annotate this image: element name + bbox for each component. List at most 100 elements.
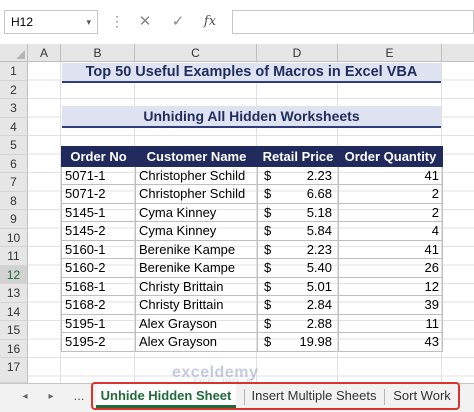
row-header[interactable]: 11 bbox=[0, 247, 28, 266]
quantity-cell[interactable]: 26 bbox=[338, 258, 443, 278]
customer-cell[interactable]: Berenike Kampe bbox=[135, 258, 258, 278]
quantity-cell[interactable]: 41 bbox=[338, 239, 443, 259]
customer-cell[interactable]: Christopher Schild bbox=[135, 165, 258, 185]
quantity-cell[interactable]: 2 bbox=[338, 184, 443, 204]
table-row: 5145-2 Cyma Kinney $5.84 4 bbox=[61, 221, 443, 241]
row-header[interactable]: 1 bbox=[0, 62, 28, 81]
column-header-e[interactable]: E bbox=[338, 44, 442, 62]
order-no-cell[interactable]: 5145-1 bbox=[61, 202, 136, 222]
column-header-b[interactable]: B bbox=[61, 44, 135, 62]
row-header[interactable]: 17 bbox=[0, 358, 28, 383]
row-header-selected[interactable]: 12 bbox=[0, 265, 28, 284]
column-header-f[interactable] bbox=[442, 44, 474, 62]
tab-scroll-right-icon[interactable]: ▸ bbox=[42, 386, 60, 408]
quantity-cell[interactable]: 4 bbox=[338, 221, 443, 241]
price-cell[interactable]: $5.84 bbox=[257, 221, 339, 241]
customer-cell[interactable]: Cyma Kinney bbox=[135, 221, 258, 241]
currency-symbol: $ bbox=[264, 241, 272, 257]
name-box[interactable]: H12 ▾ bbox=[4, 10, 98, 34]
tab-scroll-left-icon[interactable]: ◂ bbox=[16, 386, 34, 408]
customer-cell[interactable]: Cyma Kinney bbox=[135, 202, 258, 222]
customer-cell[interactable]: Christopher Schild bbox=[135, 184, 258, 204]
price-cell[interactable]: $19.98 bbox=[257, 332, 339, 352]
currency-symbol: $ bbox=[264, 297, 272, 313]
order-no-cell[interactable]: 5071-1 bbox=[61, 165, 136, 185]
row-header[interactable]: 2 bbox=[0, 80, 28, 99]
row-header[interactable]: 4 bbox=[0, 117, 28, 136]
select-all-corner[interactable] bbox=[0, 44, 28, 62]
table-row: 5168-2 Christy Brittain $2.84 39 bbox=[61, 295, 443, 315]
price-cell[interactable]: $2.84 bbox=[257, 295, 339, 315]
header-retail-price[interactable]: Retail Price bbox=[257, 146, 339, 167]
customer-cell[interactable]: Alex Grayson bbox=[135, 313, 258, 333]
order-no-cell[interactable]: 5160-2 bbox=[61, 258, 136, 278]
header-order-no[interactable]: Order No bbox=[61, 146, 136, 167]
order-no-cell[interactable]: 5168-1 bbox=[61, 276, 136, 296]
chevron-down-icon[interactable]: ▾ bbox=[86, 11, 91, 33]
customer-cell[interactable]: Christy Brittain bbox=[135, 295, 258, 315]
currency-symbol: $ bbox=[264, 204, 272, 220]
currency-symbol: $ bbox=[264, 223, 272, 239]
quantity-cell[interactable]: 12 bbox=[338, 276, 443, 296]
table-row: 5160-2 Berenike Kampe $5.40 26 bbox=[61, 258, 443, 278]
row-header[interactable]: 14 bbox=[0, 302, 28, 321]
order-no-cell[interactable]: 5071-2 bbox=[61, 184, 136, 204]
customer-cell[interactable]: Christy Brittain bbox=[135, 276, 258, 296]
quantity-cell[interactable]: 11 bbox=[338, 313, 443, 333]
highlight-box bbox=[91, 382, 460, 410]
order-no-cell[interactable]: 5195-1 bbox=[61, 313, 136, 333]
row-header[interactable]: 7 bbox=[0, 173, 28, 192]
header-order-quantity[interactable]: Order Quantity bbox=[338, 146, 443, 167]
cancel-icon[interactable]: ✕ bbox=[134, 10, 156, 34]
price-cell[interactable]: $2.23 bbox=[257, 239, 339, 259]
row-header[interactable]: 6 bbox=[0, 154, 28, 173]
order-no-cell[interactable]: 5160-1 bbox=[61, 239, 136, 259]
row-header[interactable]: 5 bbox=[0, 136, 28, 155]
table-row: 5195-1 Alex Grayson $2.88 11 bbox=[61, 313, 443, 333]
quantity-cell[interactable]: 39 bbox=[338, 295, 443, 315]
more-options-icon[interactable]: ⋮ bbox=[110, 14, 124, 28]
order-no-cell[interactable]: 5168-2 bbox=[61, 295, 136, 315]
quantity-cell[interactable]: 41 bbox=[338, 165, 443, 185]
table-row: 5160-1 Berenike Kampe $2.23 41 bbox=[61, 239, 443, 259]
table-row: 5145-1 Cyma Kinney $5.18 2 bbox=[61, 202, 443, 222]
enter-icon[interactable]: ✓ bbox=[167, 10, 189, 34]
more-tabs-ellipsis[interactable]: ... bbox=[68, 384, 90, 408]
formula-input[interactable] bbox=[232, 10, 474, 34]
insert-function-icon[interactable]: fx bbox=[199, 10, 221, 34]
quantity-cell[interactable]: 43 bbox=[338, 332, 443, 352]
price-cell[interactable]: $2.23 bbox=[257, 165, 339, 185]
row-header[interactable]: 9 bbox=[0, 210, 28, 229]
price-cell[interactable]: $5.01 bbox=[257, 276, 339, 296]
price-cell[interactable]: $5.40 bbox=[257, 258, 339, 278]
customer-cell[interactable]: Alex Grayson bbox=[135, 332, 258, 352]
customer-cell[interactable]: Berenike Kampe bbox=[135, 239, 258, 259]
price-cell[interactable]: $5.18 bbox=[257, 202, 339, 222]
currency-symbol: $ bbox=[264, 186, 272, 202]
row-header[interactable]: 3 bbox=[0, 99, 28, 118]
quantity-cell[interactable]: 2 bbox=[338, 202, 443, 222]
row-header[interactable]: 8 bbox=[0, 191, 28, 210]
table-header-row: Order No Customer Name Retail Price Orde… bbox=[61, 146, 443, 167]
column-header-d[interactable]: D bbox=[257, 44, 338, 62]
table-row: 5168-1 Christy Brittain $5.01 12 bbox=[61, 276, 443, 296]
row-header[interactable]: 13 bbox=[0, 284, 28, 303]
order-no-cell[interactable]: 5195-2 bbox=[61, 332, 136, 352]
row-header[interactable]: 16 bbox=[0, 339, 28, 358]
header-customer-name[interactable]: Customer Name bbox=[135, 146, 258, 167]
data-table: Order No Customer Name Retail Price Orde… bbox=[61, 146, 443, 352]
name-box-value: H12 bbox=[11, 15, 34, 29]
price-cell[interactable]: $6.68 bbox=[257, 184, 339, 204]
sheet-subtitle[interactable]: Unhiding All Hidden Worksheets bbox=[62, 106, 441, 128]
column-header-a[interactable]: A bbox=[28, 44, 61, 62]
sheet-title[interactable]: Top 50 Useful Examples of Macros in Exce… bbox=[62, 63, 441, 83]
price-value: 2.23 bbox=[306, 241, 332, 257]
column-header-c[interactable]: C bbox=[135, 44, 257, 62]
row-header[interactable]: 15 bbox=[0, 321, 28, 340]
order-no-cell[interactable]: 5145-2 bbox=[61, 221, 136, 241]
currency-symbol: $ bbox=[264, 278, 272, 294]
price-value: 5.18 bbox=[306, 204, 332, 220]
price-value: 2.88 bbox=[306, 315, 332, 331]
price-cell[interactable]: $2.88 bbox=[257, 313, 339, 333]
row-header[interactable]: 10 bbox=[0, 228, 28, 247]
